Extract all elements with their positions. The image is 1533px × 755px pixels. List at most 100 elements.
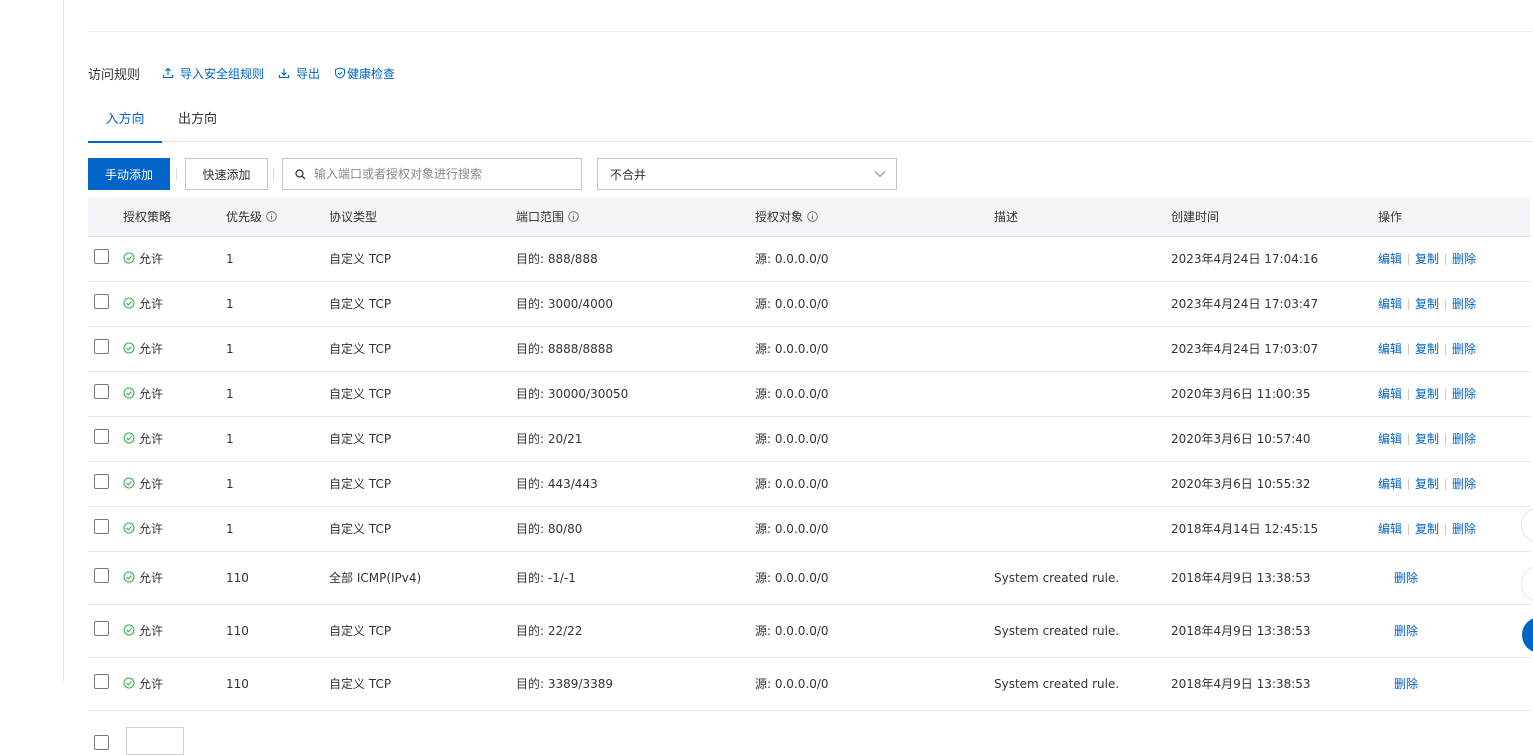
auth-object-cell: 源: 0.0.0.0/0 (755, 604, 994, 658)
health-check-link[interactable]: 健康检查 (334, 65, 395, 82)
table-row: 允许 1 自定义 TCP 目的: 8888/8888 源: 0.0.0.0/0 2023年… (88, 326, 1530, 372)
policy-cell: 允许 (123, 416, 226, 462)
row-checkbox[interactable] (94, 338, 109, 354)
delete-link[interactable]: 删除 (1378, 624, 1418, 638)
priority-cell: 1 (226, 326, 329, 372)
export-link[interactable]: 导出 (278, 65, 320, 82)
delete-link[interactable]: 删除 (1452, 387, 1476, 401)
port-range-cell: 目的: 8888/8888 (516, 326, 755, 372)
merge-select[interactable]: 不合并 (597, 158, 897, 190)
policy-cell: 允许 (123, 326, 226, 372)
edit-link[interactable]: 编辑 (1378, 297, 1402, 311)
port-range-cell: 目的: -1/-1 (516, 551, 755, 605)
protocol-cell: 自定义 TCP (329, 657, 516, 711)
row-checkbox[interactable] (94, 673, 109, 689)
created-cell: 2020年3月6日 10:55:32 (1171, 461, 1378, 507)
policy-label: 允许 (139, 676, 164, 691)
action-separator (1408, 344, 1410, 355)
description-cell (994, 236, 1171, 282)
delete-link[interactable]: 删除 (1452, 342, 1476, 356)
policy-cell: 允许 (123, 281, 226, 327)
row-checkbox[interactable] (94, 567, 109, 583)
search-input[interactable] (312, 166, 581, 182)
port-range-cell: 目的: 3000/4000 (516, 281, 755, 327)
import-rules-link[interactable]: 导入安全组规则 (162, 65, 264, 82)
info-icon[interactable] (807, 211, 818, 223)
policy-label: 允许 (139, 623, 164, 638)
export-label: 导出 (296, 66, 321, 81)
table-row: 允许 1 自定义 TCP 目的: 888/888 源: 0.0.0.0/0 2023年4月… (88, 236, 1530, 282)
check-circle-icon (123, 387, 135, 399)
delete-link[interactable]: 删除 (1378, 677, 1418, 691)
created-cell: 2018年4月9日 13:38:53 (1171, 551, 1378, 605)
edit-link[interactable]: 编辑 (1378, 432, 1402, 446)
action-separator (1445, 389, 1447, 400)
edit-link[interactable]: 编辑 (1378, 342, 1402, 356)
row-checkbox[interactable] (94, 620, 109, 636)
edit-link[interactable]: 编辑 (1378, 387, 1402, 401)
check-circle-icon (123, 571, 135, 583)
row-checkbox[interactable] (94, 473, 109, 489)
info-icon[interactable] (266, 211, 277, 223)
edit-link[interactable]: 编辑 (1378, 522, 1402, 536)
tab-inbound[interactable]: 入方向 (88, 106, 162, 143)
select-all-checkbox[interactable] (94, 735, 109, 750)
copy-link[interactable]: 复制 (1415, 522, 1439, 536)
upload-icon (162, 67, 174, 79)
row-checkbox[interactable] (94, 383, 109, 399)
row-checkbox[interactable] (94, 428, 109, 444)
row-checkbox[interactable] (94, 518, 109, 534)
header-auth-object: 授权对象 (755, 198, 994, 237)
protocol-cell: 自定义 TCP (329, 604, 516, 658)
copy-link[interactable]: 复制 (1415, 432, 1439, 446)
batch-delete-button[interactable] (126, 727, 184, 755)
protocol-cell: 自定义 TCP (329, 371, 516, 417)
created-cell: 2018年4月9日 13:38:53 (1171, 604, 1378, 658)
row-checkbox[interactable] (94, 248, 109, 264)
add-manual-button[interactable]: 手动添加 (88, 158, 170, 190)
toolbar-separator (176, 168, 177, 180)
policy-label: 允许 (139, 570, 164, 585)
check-circle-icon (123, 677, 135, 689)
edit-link[interactable]: 编辑 (1378, 477, 1402, 491)
delete-link[interactable]: 删除 (1452, 252, 1476, 266)
port-range-cell: 目的: 20/21 (516, 416, 755, 462)
rules-table: 授权策略 优先级 协议类型 端口范围 授权对象 描述 创建时间 操作 允许 1 自定… (88, 198, 1530, 711)
created-cell: 2020年3月6日 11:00:35 (1171, 371, 1378, 417)
direction-tabs: 入方向 出方向 (88, 106, 1533, 143)
protocol-cell: 自定义 TCP (329, 236, 516, 282)
auth-object-cell: 源: 0.0.0.0/0 (755, 236, 994, 282)
action-separator (1445, 524, 1447, 535)
copy-link[interactable]: 复制 (1415, 297, 1439, 311)
port-range-cell: 目的: 443/443 (516, 461, 755, 507)
delete-link[interactable]: 删除 (1452, 522, 1476, 536)
table-row: 允许 1 自定义 TCP 目的: 443/443 源: 0.0.0.0/0 2020年3月… (88, 461, 1530, 507)
port-range-cell: 目的: 80/80 (516, 506, 755, 552)
copy-link[interactable]: 复制 (1415, 342, 1439, 356)
copy-link[interactable]: 复制 (1415, 477, 1439, 491)
edit-link[interactable]: 编辑 (1378, 252, 1402, 266)
header-port-range: 端口范围 (516, 198, 755, 237)
delete-link[interactable]: 删除 (1452, 432, 1476, 446)
add-quick-button[interactable]: 快速添加 (185, 158, 268, 190)
check-circle-icon (123, 432, 135, 444)
policy-cell: 允许 (123, 657, 226, 711)
delete-link[interactable]: 删除 (1452, 297, 1476, 311)
access-rules-header: 访问规则 导入安全组规则 导出 健康检查 (88, 62, 409, 84)
tab-outbound[interactable]: 出方向 (178, 106, 217, 142)
delete-link[interactable]: 删除 (1452, 477, 1476, 491)
copy-link[interactable]: 复制 (1415, 387, 1439, 401)
info-icon[interactable] (568, 211, 579, 223)
row-checkbox-cell (88, 551, 123, 605)
row-checkbox-cell (88, 657, 123, 711)
created-cell: 2018年4月9日 13:38:53 (1171, 657, 1378, 711)
auth-object-cell: 源: 0.0.0.0/0 (755, 506, 994, 552)
row-checkbox[interactable] (94, 293, 109, 309)
delete-link[interactable]: 删除 (1378, 571, 1418, 585)
policy-label: 允许 (139, 251, 164, 266)
row-checkbox-cell (88, 461, 123, 507)
row-checkbox-cell (88, 371, 123, 417)
check-circle-icon (123, 624, 135, 636)
description-cell: System created rule. (994, 551, 1171, 605)
copy-link[interactable]: 复制 (1415, 252, 1439, 266)
